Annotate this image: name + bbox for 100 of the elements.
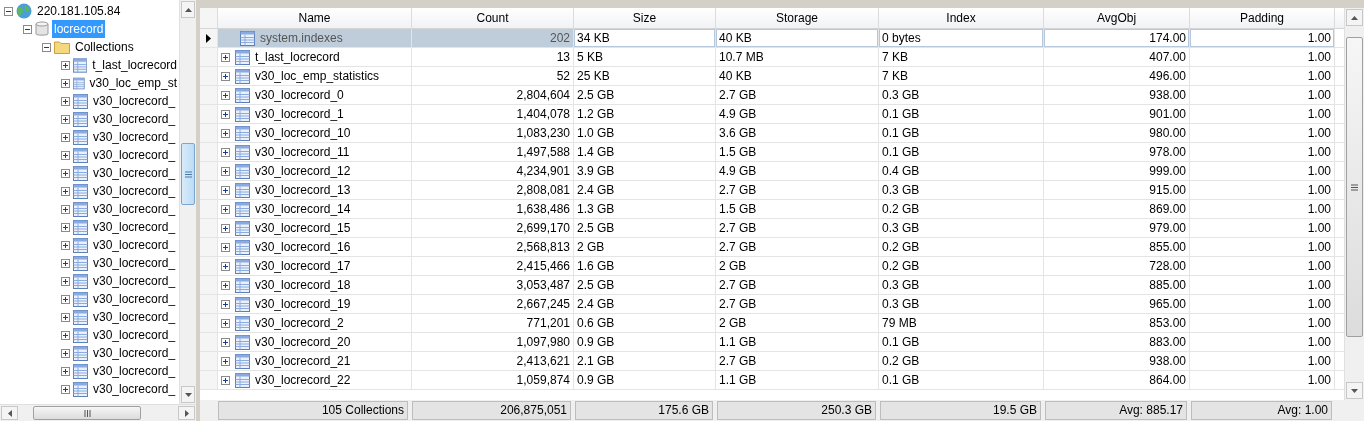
table-cell: 1.00: [1190, 67, 1335, 85]
expand-icon[interactable]: [221, 280, 230, 290]
expand-icon[interactable]: [61, 132, 70, 142]
expand-icon[interactable]: [61, 348, 70, 358]
tree-item[interactable]: v30_locrecord_: [91, 128, 178, 146]
expand-icon[interactable]: [221, 147, 230, 157]
expand-icon[interactable]: [221, 223, 230, 233]
expand-icon[interactable]: [61, 366, 70, 376]
expand-icon[interactable]: [61, 78, 70, 88]
expand-icon[interactable]: [221, 242, 230, 252]
column-header[interactable]: Index: [879, 8, 1044, 28]
expand-icon[interactable]: [221, 204, 230, 214]
tree-item[interactable]: v30_locrecord_: [91, 218, 178, 236]
table-cell: 0.3 GB: [879, 219, 1044, 237]
tree-item[interactable]: v30_locrecord_: [91, 92, 178, 110]
table-cell: 999.00: [1044, 162, 1190, 180]
expand-icon[interactable]: [61, 276, 70, 286]
expand-icon[interactable]: [61, 294, 70, 304]
table-cell: 1.00: [1190, 124, 1335, 142]
table-cell: 1,497,588: [412, 143, 574, 161]
tree-item[interactable]: v30_locrecord_: [91, 290, 178, 308]
table-cell: 1.4 GB: [574, 143, 716, 161]
tree-item[interactable]: v30_locrecord_: [91, 200, 178, 218]
table-icon: [235, 201, 250, 217]
expand-icon[interactable]: [61, 114, 70, 124]
expand-icon[interactable]: [221, 356, 230, 366]
table-cell: 2,415,466: [412, 257, 574, 275]
expand-icon[interactable]: [221, 337, 230, 347]
expand-icon[interactable]: [61, 96, 70, 106]
tree-item[interactable]: v30_locrecord_: [91, 236, 178, 254]
table-icon: [73, 93, 88, 109]
expand-icon[interactable]: [221, 128, 230, 138]
expand-icon[interactable]: [221, 318, 230, 328]
expand-icon[interactable]: [61, 204, 70, 214]
expand-icon[interactable]: [61, 330, 70, 340]
tree-item[interactable]: v30_locrecord_: [91, 272, 178, 290]
collapse-icon[interactable]: [4, 6, 13, 16]
tree-item[interactable]: 220.181.105.84: [35, 2, 123, 20]
expand-icon[interactable]: [61, 150, 70, 160]
tree-item[interactable]: v30_locrecord_: [91, 110, 178, 128]
expand-icon[interactable]: [61, 168, 70, 178]
table-cell: 938.00: [1044, 86, 1190, 104]
table-icon: [73, 183, 88, 199]
column-header[interactable]: Name: [218, 8, 412, 28]
table-icon: [235, 296, 250, 312]
table-cell: 79 MB: [879, 314, 1044, 332]
expand-icon[interactable]: [61, 60, 70, 70]
tree-item[interactable]: v30_locrecord_: [91, 326, 178, 344]
table-cell: 1.6 GB: [574, 257, 716, 275]
expand-icon[interactable]: [61, 186, 70, 196]
scrollbar[interactable]: [179, 0, 196, 404]
tree-item[interactable]: Collections: [73, 38, 136, 56]
expand-icon[interactable]: [221, 52, 230, 62]
horizontal-scrollbar[interactable]: [0, 404, 196, 421]
tree-item[interactable]: v30_locrecord_: [91, 164, 178, 182]
tree-item[interactable]: t_last_locrecord: [90, 56, 179, 74]
table-icon: [240, 30, 255, 46]
expand-icon[interactable]: [221, 109, 230, 119]
tree-item[interactable]: v30_locrecord_: [91, 362, 178, 380]
table-icon: [73, 147, 88, 163]
expand-icon[interactable]: [61, 222, 70, 232]
database-icon: [35, 21, 49, 37]
tree-item[interactable]: v30_locrecord_: [91, 146, 178, 164]
expand-icon[interactable]: [61, 384, 70, 394]
tree-item[interactable]: v30_locrecord_: [91, 344, 178, 362]
table-cell: 0.9 GB: [574, 371, 716, 389]
expand-icon[interactable]: [221, 71, 230, 81]
scrollbar[interactable]: [1344, 8, 1364, 400]
tree-item[interactable]: v30_locrecord_: [91, 308, 178, 326]
table-cell: 1.00: [1190, 295, 1335, 313]
table-cell: 2.7 GB: [716, 86, 879, 104]
summary-cell: 175.6 GB: [575, 401, 713, 420]
column-header[interactable]: Size: [574, 8, 716, 28]
expand-icon[interactable]: [221, 90, 230, 100]
tree-item[interactable]: v30_locrecord_: [91, 182, 178, 200]
column-header[interactable]: Storage: [716, 8, 879, 28]
table-cell: 34 KB: [574, 29, 716, 47]
expand-icon[interactable]: [221, 375, 230, 385]
tree-item[interactable]: v30_loc_emp_st: [87, 74, 179, 92]
tree-item[interactable]: v30_locrecord_: [91, 254, 178, 272]
table-cell: 7 KB: [879, 48, 1044, 66]
folder-icon: [54, 40, 70, 54]
expand-icon[interactable]: [221, 299, 230, 309]
column-header[interactable]: AvgObj: [1044, 8, 1190, 28]
row-header[interactable]: [200, 29, 218, 47]
tree-item[interactable]: v30_locrecord_: [91, 380, 178, 398]
expand-icon[interactable]: [221, 185, 230, 195]
column-header[interactable]: Padding: [1190, 8, 1335, 28]
expand-icon[interactable]: [61, 312, 70, 322]
table-cell: 2.5 GB: [574, 86, 716, 104]
table-cell-text: v30_locrecord_1: [255, 106, 344, 123]
summary-cell: 250.3 GB: [717, 401, 876, 420]
expand-icon[interactable]: [221, 261, 230, 271]
collapse-icon[interactable]: [42, 42, 51, 52]
expand-icon[interactable]: [61, 240, 70, 250]
column-header[interactable]: Count: [412, 8, 574, 28]
collapse-icon[interactable]: [23, 24, 32, 34]
expand-icon[interactable]: [61, 258, 70, 268]
expand-icon[interactable]: [221, 166, 230, 176]
table-cell: 0 bytes: [879, 29, 1044, 47]
